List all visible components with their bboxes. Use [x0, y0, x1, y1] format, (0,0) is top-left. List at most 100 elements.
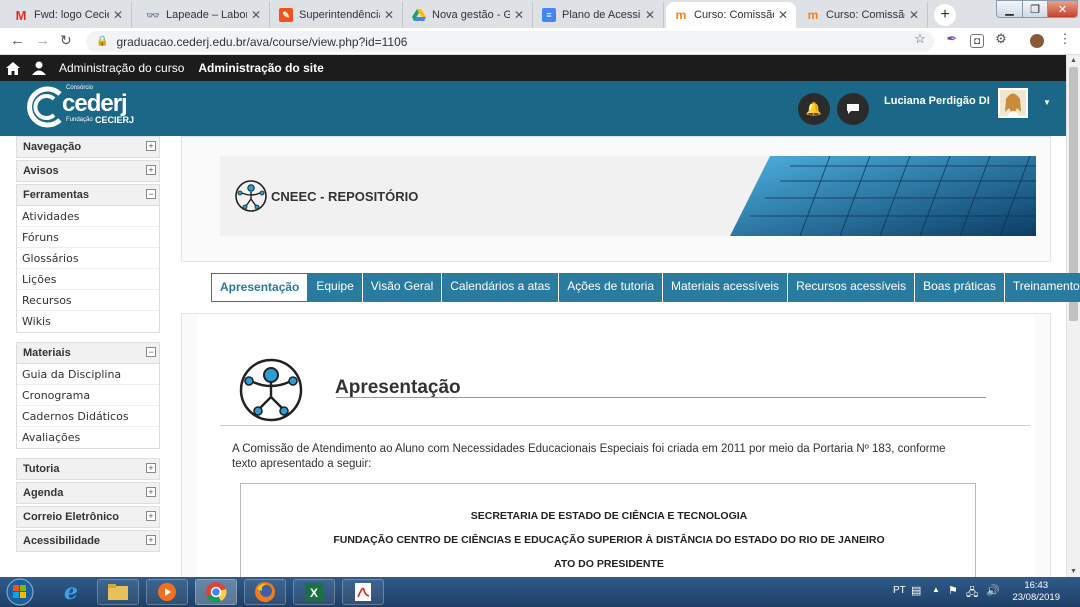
url-field[interactable]: 🔒 graduacao.cederj.edu.br/ava/course/vie… — [86, 31, 934, 52]
maximize-button[interactable]: ❐ — [1022, 0, 1048, 18]
sidebar-item-avaliacoes[interactable]: Avaliações — [17, 427, 159, 448]
scroll-up-arrow-icon[interactable]: ▲ — [1070, 57, 1077, 64]
block-acessibilidade[interactable]: Acessibilidade + — [16, 530, 160, 552]
sidebar-item-cadernos[interactable]: Cadernos Didáticos — [17, 406, 159, 427]
block-avisos[interactable]: Avisos + — [16, 160, 160, 182]
user-icon[interactable] — [26, 55, 52, 81]
close-tab-icon[interactable]: ✕ — [778, 8, 788, 22]
explorer-taskbar-button[interactable] — [97, 579, 139, 605]
browser-tab[interactable]: M Fwd: logo Cecierj - ✕ — [6, 2, 132, 28]
user-menu-chevron-down-icon[interactable]: ▼ — [1043, 98, 1051, 107]
tab-visao-geral[interactable]: Visão Geral — [362, 273, 443, 302]
close-tab-icon[interactable]: ✕ — [113, 8, 123, 22]
browser-tab[interactable]: ✎ Superintendência d✕ — [271, 2, 403, 28]
reload-icon[interactable]: ↻ — [60, 32, 72, 49]
language-indicator[interactable]: PT — [893, 585, 906, 596]
block-materiais[interactable]: Materiais − — [16, 342, 160, 364]
browser-tab[interactable]: m Curso: Comissão N✕ — [798, 2, 928, 28]
browser-tab[interactable]: ≡ Plano de Acessibilid✕ — [534, 2, 664, 28]
svg-text:X: X — [310, 586, 318, 600]
accessibility-icon — [235, 180, 267, 212]
doc-line: SECRETARIA DE ESTADO DE CIÊNCIA E TECNOL… — [470, 510, 748, 522]
course-admin-link[interactable]: Administração do curso — [52, 55, 191, 81]
action-center-flag-icon[interactable]: ⚑ — [948, 584, 958, 597]
chrome-taskbar-button[interactable] — [195, 579, 237, 605]
tab-calendarios[interactable]: Calendários a atas — [442, 273, 560, 302]
pdf-taskbar-button[interactable] — [342, 579, 384, 605]
accessibility-large-icon — [239, 358, 303, 422]
tray-expand-icon[interactable]: ▲ — [932, 585, 940, 594]
close-tab-icon[interactable]: ✕ — [909, 8, 919, 22]
browser-tab-active[interactable]: m Curso: Comissão N✕ — [666, 2, 796, 28]
volume-icon[interactable]: 🔊 — [986, 584, 1000, 597]
extension-settings-icon[interactable]: ⚙ — [994, 32, 1008, 46]
block-tutoria[interactable]: Tutoria + — [16, 458, 160, 480]
block-ferramentas[interactable]: Ferramentas − — [16, 184, 160, 206]
forward-arrow-icon[interactable]: → — [35, 32, 50, 49]
page-scrollbar[interactable]: ▲ ▼ — [1066, 55, 1080, 577]
close-tab-icon[interactable]: ✕ — [251, 8, 261, 22]
collapse-icon[interactable]: − — [146, 347, 156, 357]
expand-icon[interactable]: + — [146, 535, 156, 545]
windows-taskbar: e X PT ▤ ▲ ⚑ 🖧 🔊 16:43 23/08/2019 — [0, 577, 1080, 607]
media-player-taskbar-button[interactable] — [146, 579, 188, 605]
ferramentas-list: Atividades Fóruns Glossários Lições Recu… — [16, 206, 160, 333]
sidebar-item-cronograma[interactable]: Cronograma — [17, 385, 159, 406]
sidebar-item-licoes[interactable]: Lições — [17, 269, 159, 290]
user-avatar[interactable] — [998, 88, 1028, 118]
tab-recursos-acessiveis[interactable]: Recursos acessíveis — [788, 273, 916, 302]
keyboard-icon[interactable]: ▤ — [911, 584, 921, 597]
tab-equipe[interactable]: Equipe — [308, 273, 363, 302]
tab-materiais-acessiveis[interactable]: Materiais acessíveis — [663, 273, 789, 302]
expand-icon[interactable]: + — [146, 141, 156, 151]
close-window-button[interactable]: ✕ — [1047, 0, 1078, 18]
notifications-bell-icon[interactable]: 🔔 — [798, 93, 830, 125]
expand-icon[interactable]: + — [146, 463, 156, 473]
expand-icon[interactable]: + — [146, 165, 156, 175]
ie-taskbar-button[interactable]: e — [50, 579, 92, 605]
sidebar-item-recursos[interactable]: Recursos — [17, 290, 159, 311]
block-correio[interactable]: Correio Eletrônico + — [16, 506, 160, 528]
close-tab-icon[interactable]: ✕ — [514, 8, 524, 22]
cederj-logo[interactable]: Consórcio cederj Fundação CECIERJ — [22, 84, 142, 130]
user-name[interactable]: Luciana Perdigão DI — [884, 95, 990, 107]
block-agenda[interactable]: Agenda + — [16, 482, 160, 504]
section-content: Apresentação A Comissão de Atendimento a… — [198, 314, 1034, 593]
clock[interactable]: 16:43 23/08/2019 — [1012, 580, 1060, 604]
tab-apresentacao[interactable]: Apresentação — [211, 273, 309, 302]
tab-boas-praticas[interactable]: Boas práticas — [915, 273, 1005, 302]
site-admin-link[interactable]: Administração do site — [191, 55, 330, 81]
firefox-taskbar-button[interactable] — [244, 579, 286, 605]
browser-tab[interactable]: 👓 Lapeade – Laborató✕ — [138, 2, 270, 28]
network-icon[interactable]: 🖧 — [966, 584, 978, 603]
start-button[interactable] — [2, 577, 38, 607]
pen-icon: ✎ — [279, 8, 293, 22]
close-tab-icon[interactable]: ✕ — [384, 8, 394, 22]
tab-treinamentos[interactable]: Treinamentos — [1004, 273, 1080, 302]
expand-icon[interactable]: + — [146, 487, 156, 497]
pen-extension-icon[interactable]: ✒ — [945, 32, 959, 46]
menu-dots-icon[interactable]: ⋮ — [1058, 32, 1072, 46]
sidebar-item-atividades[interactable]: Atividades — [17, 206, 159, 227]
moodle-icon: m — [675, 8, 687, 22]
bookmark-star-icon[interactable]: ☆ — [913, 32, 927, 46]
browser-tab[interactable]: Nova gestão - Goo✕ — [404, 2, 533, 28]
sidebar-item-guia[interactable]: Guia da Disciplina — [17, 364, 159, 385]
minimize-button[interactable]: ▁ — [996, 0, 1023, 18]
expand-icon[interactable]: + — [146, 511, 156, 521]
excel-taskbar-button[interactable]: X — [293, 579, 335, 605]
extension-icon[interactable]: ◘ — [970, 34, 984, 48]
close-tab-icon[interactable]: ✕ — [645, 8, 655, 22]
messages-chat-icon[interactable] — [837, 93, 869, 125]
collapse-icon[interactable]: − — [146, 189, 156, 199]
sidebar-item-foruns[interactable]: Fóruns — [17, 227, 159, 248]
sidebar-item-wikis[interactable]: Wikis — [17, 311, 159, 332]
scroll-down-arrow-icon[interactable]: ▼ — [1070, 568, 1077, 575]
home-icon[interactable] — [0, 55, 26, 81]
back-arrow-icon[interactable]: ← — [10, 32, 25, 49]
profile-avatar-icon[interactable] — [1030, 34, 1044, 48]
block-navegacao[interactable]: Navegação + — [16, 136, 160, 158]
new-tab-button[interactable]: + — [934, 4, 956, 26]
tab-acoes-tutoria[interactable]: Ações de tutoria — [559, 273, 664, 302]
sidebar-item-glossarios[interactable]: Glossários — [17, 248, 159, 269]
